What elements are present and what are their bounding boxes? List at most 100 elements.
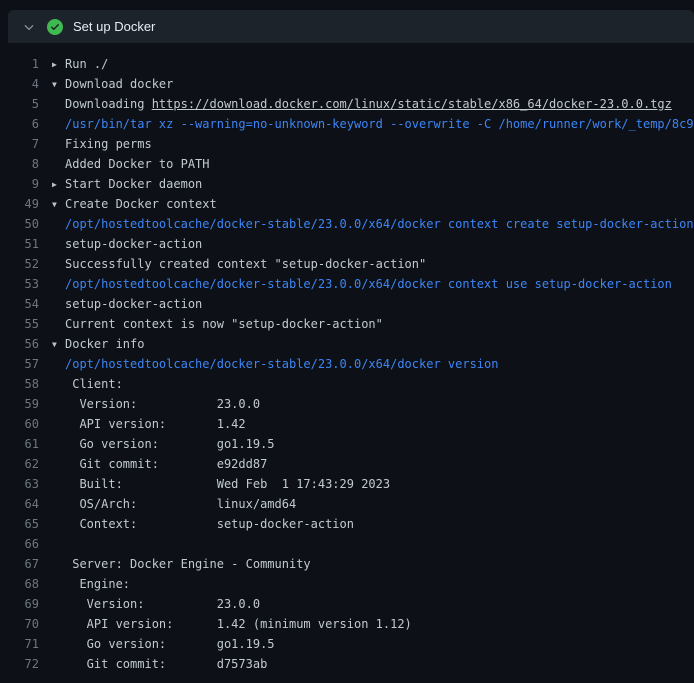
log-text: setup-docker-action [52,234,694,254]
log-text-segment: Server: Docker Engine - Community [65,557,311,571]
line-number[interactable]: 66 [0,534,52,554]
line-number[interactable]: 52 [0,254,52,274]
log-text: Client: [52,374,694,394]
line-number[interactable]: 59 [0,394,52,414]
line-number[interactable]: 64 [0,494,52,514]
log-text-segment: Downloading [65,97,152,111]
group-title: Run ./ [65,57,108,71]
line-number[interactable]: 61 [0,434,52,454]
log-line: 71 Go version: go1.19.5 [0,634,694,654]
log-lines: 1▶Run ./4▼Download docker5Downloading ht… [0,54,694,674]
log-group-header[interactable]: ▼Docker info [52,334,694,354]
log-group-header[interactable]: ▼Download docker [52,74,694,94]
log-text: /usr/bin/tar xz --warning=no-unknown-key… [52,114,694,134]
log-group-header[interactable]: ▶Start Docker daemon [52,174,694,194]
log-text: /opt/hostedtoolcache/docker-stable/23.0.… [52,354,694,374]
log-group-header[interactable]: ▶Run ./ [52,54,694,74]
log-line: 1▶Run ./ [0,54,694,74]
step-header[interactable]: Set up Docker [8,10,694,43]
log-text-segment: Current context is now "setup-docker-act… [65,317,383,331]
line-number[interactable]: 58 [0,374,52,394]
log-line: 70 API version: 1.42 (minimum version 1.… [0,614,694,634]
log-text: /opt/hostedtoolcache/docker-stable/23.0.… [52,274,694,294]
log-text-segment: Built: Wed Feb 1 17:43:29 2023 [65,477,390,491]
line-number[interactable]: 57 [0,354,52,374]
triangle-down-icon[interactable]: ▼ [52,195,65,214]
log-text: Successfully created context "setup-dock… [52,254,694,274]
log-line: 59 Version: 23.0.0 [0,394,694,414]
log-text-segment: Go version: go1.19.5 [65,637,275,651]
log-text-segment: Git commit: e92dd87 [65,457,267,471]
line-number[interactable]: 65 [0,514,52,534]
log-text: OS/Arch: linux/amd64 [52,494,694,514]
line-number[interactable]: 7 [0,134,52,154]
line-number[interactable]: 54 [0,294,52,314]
line-number[interactable]: 53 [0,274,52,294]
line-number[interactable]: 63 [0,474,52,494]
log-text: Version: 23.0.0 [52,594,694,614]
log-line: 56▼Docker info [0,334,694,354]
log-line: 63 Built: Wed Feb 1 17:43:29 2023 [0,474,694,494]
log-line: 54 setup-docker-action [0,294,694,314]
line-number[interactable]: 8 [0,154,52,174]
line-number[interactable]: 69 [0,594,52,614]
log-line: 65 Context: setup-docker-action [0,514,694,534]
line-number[interactable]: 55 [0,314,52,334]
log-text-segment: Client: [65,377,123,391]
log-line: 62 Git commit: e92dd87 [0,454,694,474]
log-text-segment: OS/Arch: linux/amd64 [65,497,296,511]
group-title: Docker info [65,337,144,351]
step-title: Set up Docker [73,19,155,34]
log-text-segment: Go version: go1.19.5 [65,437,275,451]
line-number[interactable]: 71 [0,634,52,654]
line-number[interactable]: 56 [0,334,52,354]
line-number[interactable]: 5 [0,94,52,114]
log-text: Version: 23.0.0 [52,394,694,414]
log-container: 1▶Run ./4▼Download docker5Downloading ht… [0,43,694,674]
log-text: Downloading https://download.docker.com/… [52,94,694,114]
log-line: 49▼Create Docker context [0,194,694,214]
log-line: 72 Git commit: d7573ab [0,654,694,674]
line-number[interactable]: 68 [0,574,52,594]
line-number[interactable]: 4 [0,74,52,94]
log-text: Context: setup-docker-action [52,514,694,534]
triangle-right-icon[interactable]: ▶ [52,175,65,194]
log-line: 55 Current context is now "setup-docker-a… [0,314,694,334]
line-number[interactable]: 51 [0,234,52,254]
log-text-segment: Engine: [65,577,130,591]
log-line: 4▼Download docker [0,74,694,94]
chevron-down-icon[interactable] [18,16,40,38]
log-text: Git commit: e92dd87 [52,454,694,474]
log-text: Server: Docker Engine - Community [52,554,694,574]
log-text: Added Docker to PATH [52,154,694,174]
log-line: 60 API version: 1.42 [0,414,694,434]
log-line: 69 Version: 23.0.0 [0,594,694,614]
log-line: 66 [0,534,694,554]
line-number[interactable]: 72 [0,654,52,674]
log-text-segment: setup-docker-action [65,297,202,311]
triangle-down-icon[interactable]: ▼ [52,75,65,94]
line-number[interactable]: 62 [0,454,52,474]
line-number[interactable]: 49 [0,194,52,214]
line-number[interactable]: 60 [0,414,52,434]
triangle-down-icon[interactable]: ▼ [52,335,65,354]
log-line: 67 Server: Docker Engine - Community [0,554,694,574]
log-line: 57/opt/hostedtoolcache/docker-stable/23.… [0,354,694,374]
triangle-right-icon[interactable]: ▶ [52,55,65,74]
command-text: /usr/bin/tar xz --warning=no-unknown-key… [65,117,694,131]
log-text [52,534,694,554]
log-group-header[interactable]: ▼Create Docker context [52,194,694,214]
line-number[interactable]: 9 [0,174,52,194]
log-link[interactable]: https://download.docker.com/linux/static… [152,97,672,111]
log-line: 61 Go version: go1.19.5 [0,434,694,454]
line-number[interactable]: 1 [0,54,52,74]
check-circle-icon [47,19,63,35]
line-number[interactable]: 67 [0,554,52,574]
line-number[interactable]: 70 [0,614,52,634]
line-number[interactable]: 50 [0,214,52,234]
line-number[interactable]: 6 [0,114,52,134]
log-text: API version: 1.42 [52,414,694,434]
group-title: Download docker [65,77,173,91]
command-text: /opt/hostedtoolcache/docker-stable/23.0.… [65,217,694,231]
log-line: 52Successfully created context "setup-do… [0,254,694,274]
